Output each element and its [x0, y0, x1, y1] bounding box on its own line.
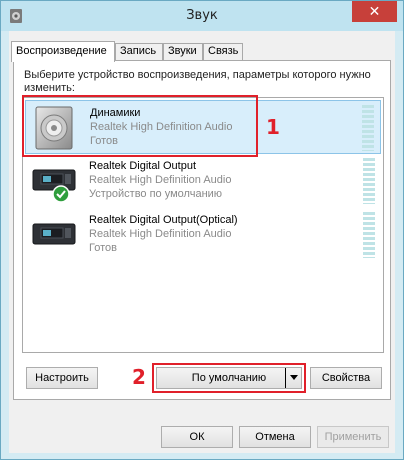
list-item-speakers[interactable]: Динамики Realtek High Definition Audio Г…	[25, 100, 381, 154]
close-button[interactable]: ✕	[352, 1, 397, 22]
volume-level-meter	[362, 105, 374, 151]
title-bar[interactable]: Звук ✕	[1, 1, 403, 31]
tab-communications[interactable]: Связь	[203, 43, 243, 61]
tab-recording[interactable]: Запись	[115, 43, 163, 61]
annotation-number-2: 2	[132, 365, 146, 389]
properties-button[interactable]: Свойства	[310, 367, 382, 389]
device-driver: Realtek High Definition Audio	[90, 121, 233, 133]
playback-panel: Выберите устройство воспроизведения, пар…	[13, 60, 391, 400]
set-default-button[interactable]: По умолчанию	[156, 367, 302, 389]
device-name: Динамики	[90, 107, 141, 119]
sound-dialog: Звук ✕ Воспроизведение Запись Звуки Связ…	[0, 0, 404, 460]
configure-button[interactable]: Настроить	[26, 367, 98, 389]
window-title: Звук	[186, 8, 218, 23]
device-status: Готов	[90, 135, 118, 147]
instructions-text: Выберите устройство воспроизведения, пар…	[24, 69, 371, 94]
cancel-button[interactable]: Отмена	[239, 426, 311, 448]
list-item-digital-output[interactable]: Realtek Digital Output Realtek High Defi…	[25, 154, 381, 208]
device-status: Готов	[89, 242, 117, 254]
digital-output-icon	[32, 169, 76, 203]
device-list[interactable]: Динамики Realtek High Definition Audio Г…	[22, 97, 384, 353]
device-name: Realtek Digital Output(Optical)	[89, 214, 238, 226]
dialog-body: Воспроизведение Запись Звуки Связь Выбер…	[9, 31, 395, 453]
tab-playback[interactable]: Воспроизведение	[11, 41, 115, 62]
volume-level-meter	[363, 212, 375, 258]
device-name: Realtek Digital Output	[89, 160, 196, 172]
device-driver: Realtek High Definition Audio	[89, 228, 232, 240]
volume-level-meter	[363, 158, 375, 204]
tab-sounds[interactable]: Звуки	[163, 43, 203, 61]
chevron-down-icon[interactable]	[285, 368, 301, 388]
ok-button[interactable]: ОК	[161, 426, 233, 448]
annotation-number-1: 1	[266, 115, 280, 139]
digital-output-icon	[32, 223, 76, 245]
list-item-digital-output-optical[interactable]: Realtek Digital Output(Optical) Realtek …	[25, 208, 381, 262]
speaker-icon	[35, 106, 73, 150]
device-driver: Realtek High Definition Audio	[89, 174, 232, 186]
set-default-label: По умолчанию	[191, 372, 267, 384]
apply-button[interactable]: Применить	[317, 426, 389, 448]
device-status: Устройство по умолчанию	[89, 188, 223, 200]
